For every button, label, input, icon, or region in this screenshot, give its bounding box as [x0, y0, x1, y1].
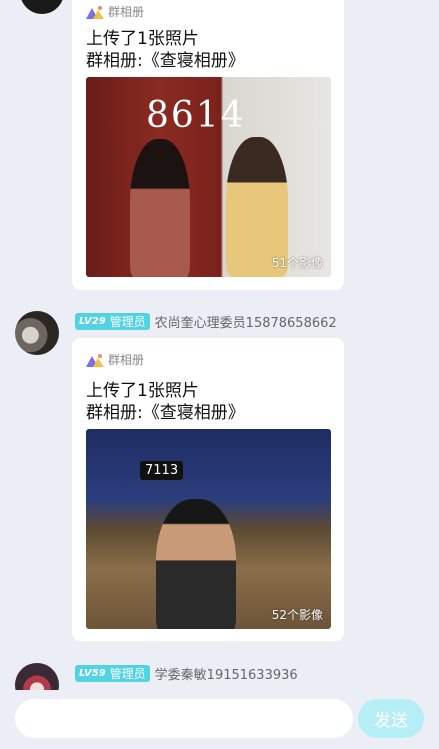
- sender-name[interactable]: 农尚奎心理委员15878658662: [155, 312, 337, 331]
- album-name[interactable]: 群相册:《查寝相册》: [86, 398, 245, 423]
- album-label: 群相册: [108, 353, 145, 367]
- message-input[interactable]: [15, 699, 353, 738]
- album-message-card[interactable]: 群相册 上传了1张照片 群相册:《查寝相册》 7113 52个影像: [72, 338, 344, 641]
- chat-message-list[interactable]: 群相册 上传了1张照片 群相册:《查寝相册》 8614 51个影像 LV29 管…: [0, 0, 439, 690]
- sender-info: LV29 管理员 农尚奎心理委员15878658662: [75, 312, 337, 331]
- send-button[interactable]: 发送: [358, 699, 424, 738]
- album-photo[interactable]: 7113 52个影像: [86, 429, 331, 629]
- album-icon: [86, 5, 104, 19]
- level-label: LV59: [79, 667, 106, 679]
- photo-count: 51个影像: [271, 256, 323, 270]
- avatar[interactable]: [15, 311, 59, 355]
- album-icon: [86, 353, 104, 367]
- photo-tag: 8614: [146, 95, 246, 136]
- album-header: 群相册: [86, 351, 144, 368]
- role-label: 管理员: [109, 314, 146, 329]
- photo-person: [156, 499, 236, 629]
- sender-name[interactable]: 学委秦敏19151633936: [155, 664, 298, 683]
- photo-person: [130, 139, 190, 277]
- avatar[interactable]: [20, 0, 64, 14]
- photo-tag: 7113: [140, 461, 184, 480]
- avatar[interactable]: [15, 663, 59, 690]
- role-badge: LV29 管理员: [75, 312, 150, 330]
- level-label: LV29: [79, 315, 106, 327]
- album-message-card[interactable]: 群相册 上传了1张照片 群相册:《查寝相册》 8614 51个影像: [72, 0, 344, 290]
- role-badge: LV59 管理员: [75, 664, 150, 682]
- album-name[interactable]: 群相册:《查寝相册》: [86, 46, 245, 71]
- sender-info: LV59 管理员 学委秦敏19151633936: [75, 664, 298, 683]
- album-header: 群相册: [86, 3, 144, 20]
- photo-count: 52个影像: [271, 608, 323, 622]
- input-bar: 发送: [0, 690, 439, 749]
- role-label: 管理员: [109, 666, 146, 681]
- album-label: 群相册: [108, 5, 145, 19]
- album-photo[interactable]: 8614 51个影像: [86, 77, 331, 277]
